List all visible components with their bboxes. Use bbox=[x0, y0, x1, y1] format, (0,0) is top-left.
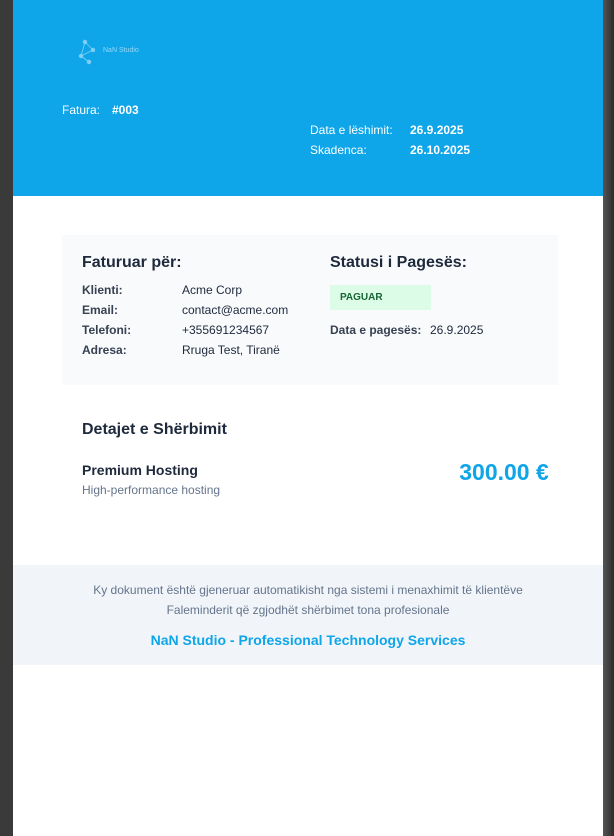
invoice-footer: Ky dokument është gjeneruar automatikish… bbox=[13, 565, 603, 665]
service-price: 300.00 € bbox=[459, 459, 549, 485]
services-title: Detajet e Shërbimit bbox=[82, 421, 227, 438]
footer-generated-note: Ky dokument është gjeneruar automatikish… bbox=[93, 583, 523, 597]
due-date-label: Skadenca: bbox=[310, 143, 367, 157]
payment-status-title: Statusi i Pagesës: bbox=[330, 254, 467, 271]
email-value: contact@acme.com bbox=[182, 303, 289, 317]
service-description: High-performance hosting bbox=[82, 483, 221, 497]
email-row: Email: contact@acme.com bbox=[82, 303, 312, 319]
service-name: Premium Hosting bbox=[82, 462, 198, 478]
invoice-header: NaN Studio Fatura: #003 Data e lëshimit:… bbox=[13, 0, 603, 196]
footer-company-name: NaN Studio - Professional Technology Ser… bbox=[150, 632, 466, 648]
invoice-number: #003 bbox=[112, 103, 139, 117]
client-label: Klienti: bbox=[82, 283, 123, 297]
phone-value: +355691234567 bbox=[182, 323, 270, 337]
phone-row: Telefoni: +355691234567 bbox=[82, 323, 312, 339]
client-value: Acme Corp bbox=[182, 283, 243, 297]
payment-date-value: 26.9.2025 bbox=[430, 323, 484, 337]
invoice-label: Fatura: bbox=[62, 103, 101, 117]
client-row: Klienti: Acme Corp bbox=[82, 283, 312, 299]
address-row: Adresa: Rruga Test, Tiranë bbox=[82, 343, 312, 359]
billed-to-title: Faturuar për: bbox=[82, 254, 182, 271]
email-label: Email: bbox=[82, 303, 119, 317]
address-value: Rruga Test, Tiranë bbox=[182, 343, 280, 357]
billing-info-box: Faturuar për: Klienti: Acme Corp Email: … bbox=[62, 235, 558, 385]
logo-text: NaN Studio bbox=[103, 47, 139, 54]
phone-label: Telefoni: bbox=[82, 323, 132, 337]
due-date-value: 26.10.2025 bbox=[410, 143, 471, 157]
company-logo: NaN Studio bbox=[63, 28, 163, 78]
status-badge: PAGUAR bbox=[330, 285, 431, 310]
issue-date-label: Data e lëshimit: bbox=[310, 123, 393, 137]
invoice-page: NaN Studio Fatura: #003 Data e lëshimit:… bbox=[13, 0, 603, 836]
viewer-scrollbar-edge bbox=[603, 0, 614, 836]
payment-date-label: Data e pagesës: bbox=[330, 323, 422, 337]
footer-thanks-note: Faleminderit që zgjodhët shërbimet tona … bbox=[166, 603, 450, 617]
issue-date-value: 26.9.2025 bbox=[410, 123, 464, 137]
address-label: Adresa: bbox=[82, 343, 127, 357]
